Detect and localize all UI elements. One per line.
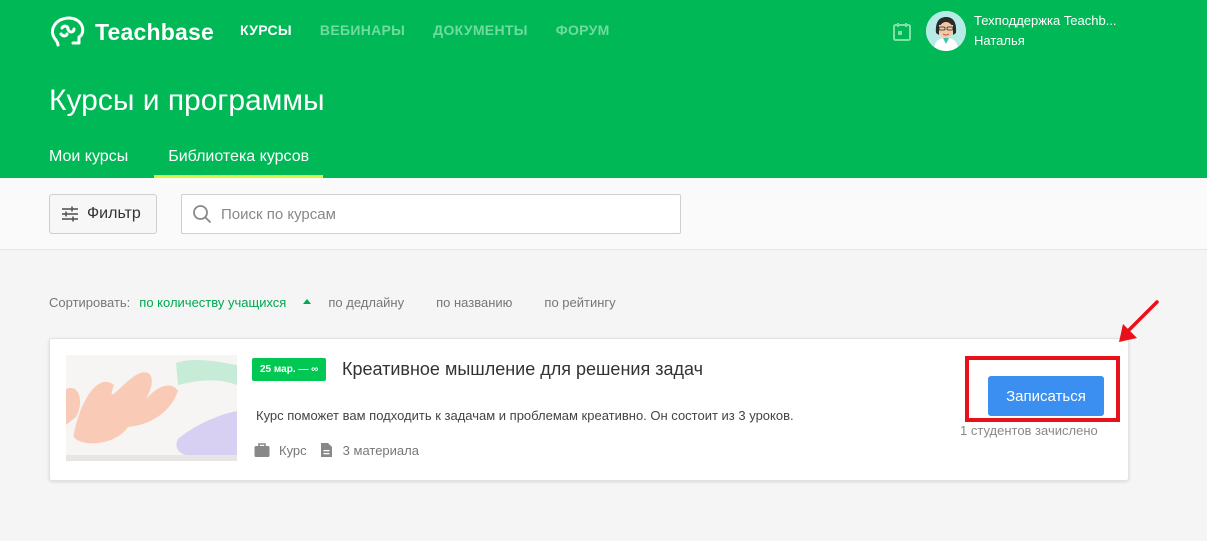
- course-description: Курс поможет вам подходить к задачам и п…: [256, 408, 794, 423]
- course-cover-image: [66, 355, 237, 461]
- tab-my-courses[interactable]: Мои курсы: [49, 148, 128, 178]
- sort-by-deadline[interactable]: по дедлайну: [328, 295, 404, 310]
- sort-by-rating[interactable]: по рейтингу: [544, 295, 615, 310]
- logo[interactable]: Teachbase: [49, 15, 214, 49]
- filter-label: Фильтр: [87, 205, 141, 222]
- enrolled-count: 1 студентов зачислено: [960, 423, 1098, 438]
- sort-bar: Сортировать: по количеству учащихся по д…: [49, 295, 648, 310]
- calendar-icon[interactable]: [892, 22, 912, 42]
- date-badge: 25 мар. — ∞: [252, 358, 327, 381]
- page-title: Курсы и программы: [49, 84, 325, 117]
- sort-up-icon[interactable]: [303, 299, 312, 304]
- course-tabs: Мои курсы Библиотека курсов: [49, 148, 363, 178]
- top-header: Teachbase КУРСЫ ВЕБИНАРЫ ДОКУМЕНТЫ ФОРУМ…: [0, 0, 1207, 178]
- nav-courses[interactable]: КУРСЫ: [240, 22, 292, 38]
- document-icon: [320, 443, 332, 457]
- sort-label: Сортировать:: [49, 295, 131, 310]
- user-name[interactable]: Техподдержка Teachb...: [974, 13, 1117, 28]
- course-title[interactable]: Креативное мышление для решения задач: [342, 359, 703, 380]
- brain-logo-icon: [51, 16, 85, 47]
- logo-text: Teachbase: [95, 18, 214, 45]
- nav-webinars[interactable]: ВЕБИНАРЫ: [320, 22, 405, 38]
- avatar[interactable]: [926, 11, 966, 51]
- nav-documents[interactable]: ДОКУМЕНТЫ: [433, 22, 528, 38]
- sort-by-name[interactable]: по названию: [436, 295, 512, 310]
- course-type: Курс: [279, 442, 307, 458]
- sort-by-students[interactable]: по количеству учащихся: [139, 295, 286, 310]
- filter-button[interactable]: Фильтр: [49, 194, 157, 234]
- search-icon: [193, 205, 212, 224]
- search-input[interactable]: [221, 205, 661, 223]
- annotation-arrow-icon: [1119, 300, 1159, 342]
- sliders-icon: [62, 206, 78, 222]
- tab-course-library[interactable]: Библиотека курсов: [154, 148, 324, 178]
- search-box[interactable]: [181, 194, 681, 234]
- course-materials: 3 материала: [342, 442, 419, 458]
- user-avatar-icon: [926, 11, 966, 51]
- main-nav: КУРСЫ ВЕБИНАРЫ ДОКУМЕНТЫ ФОРУМ: [240, 22, 610, 38]
- nav-forum[interactable]: ФОРУМ: [556, 22, 610, 38]
- course-thumbnail[interactable]: [66, 355, 237, 461]
- highlight-box: [965, 356, 1120, 422]
- user-subtitle: Наталья: [974, 33, 1025, 48]
- course-meta: Курс 3 материала: [254, 442, 430, 458]
- briefcase-icon: [254, 443, 270, 457]
- filter-toolbar: Фильтр: [0, 178, 1207, 250]
